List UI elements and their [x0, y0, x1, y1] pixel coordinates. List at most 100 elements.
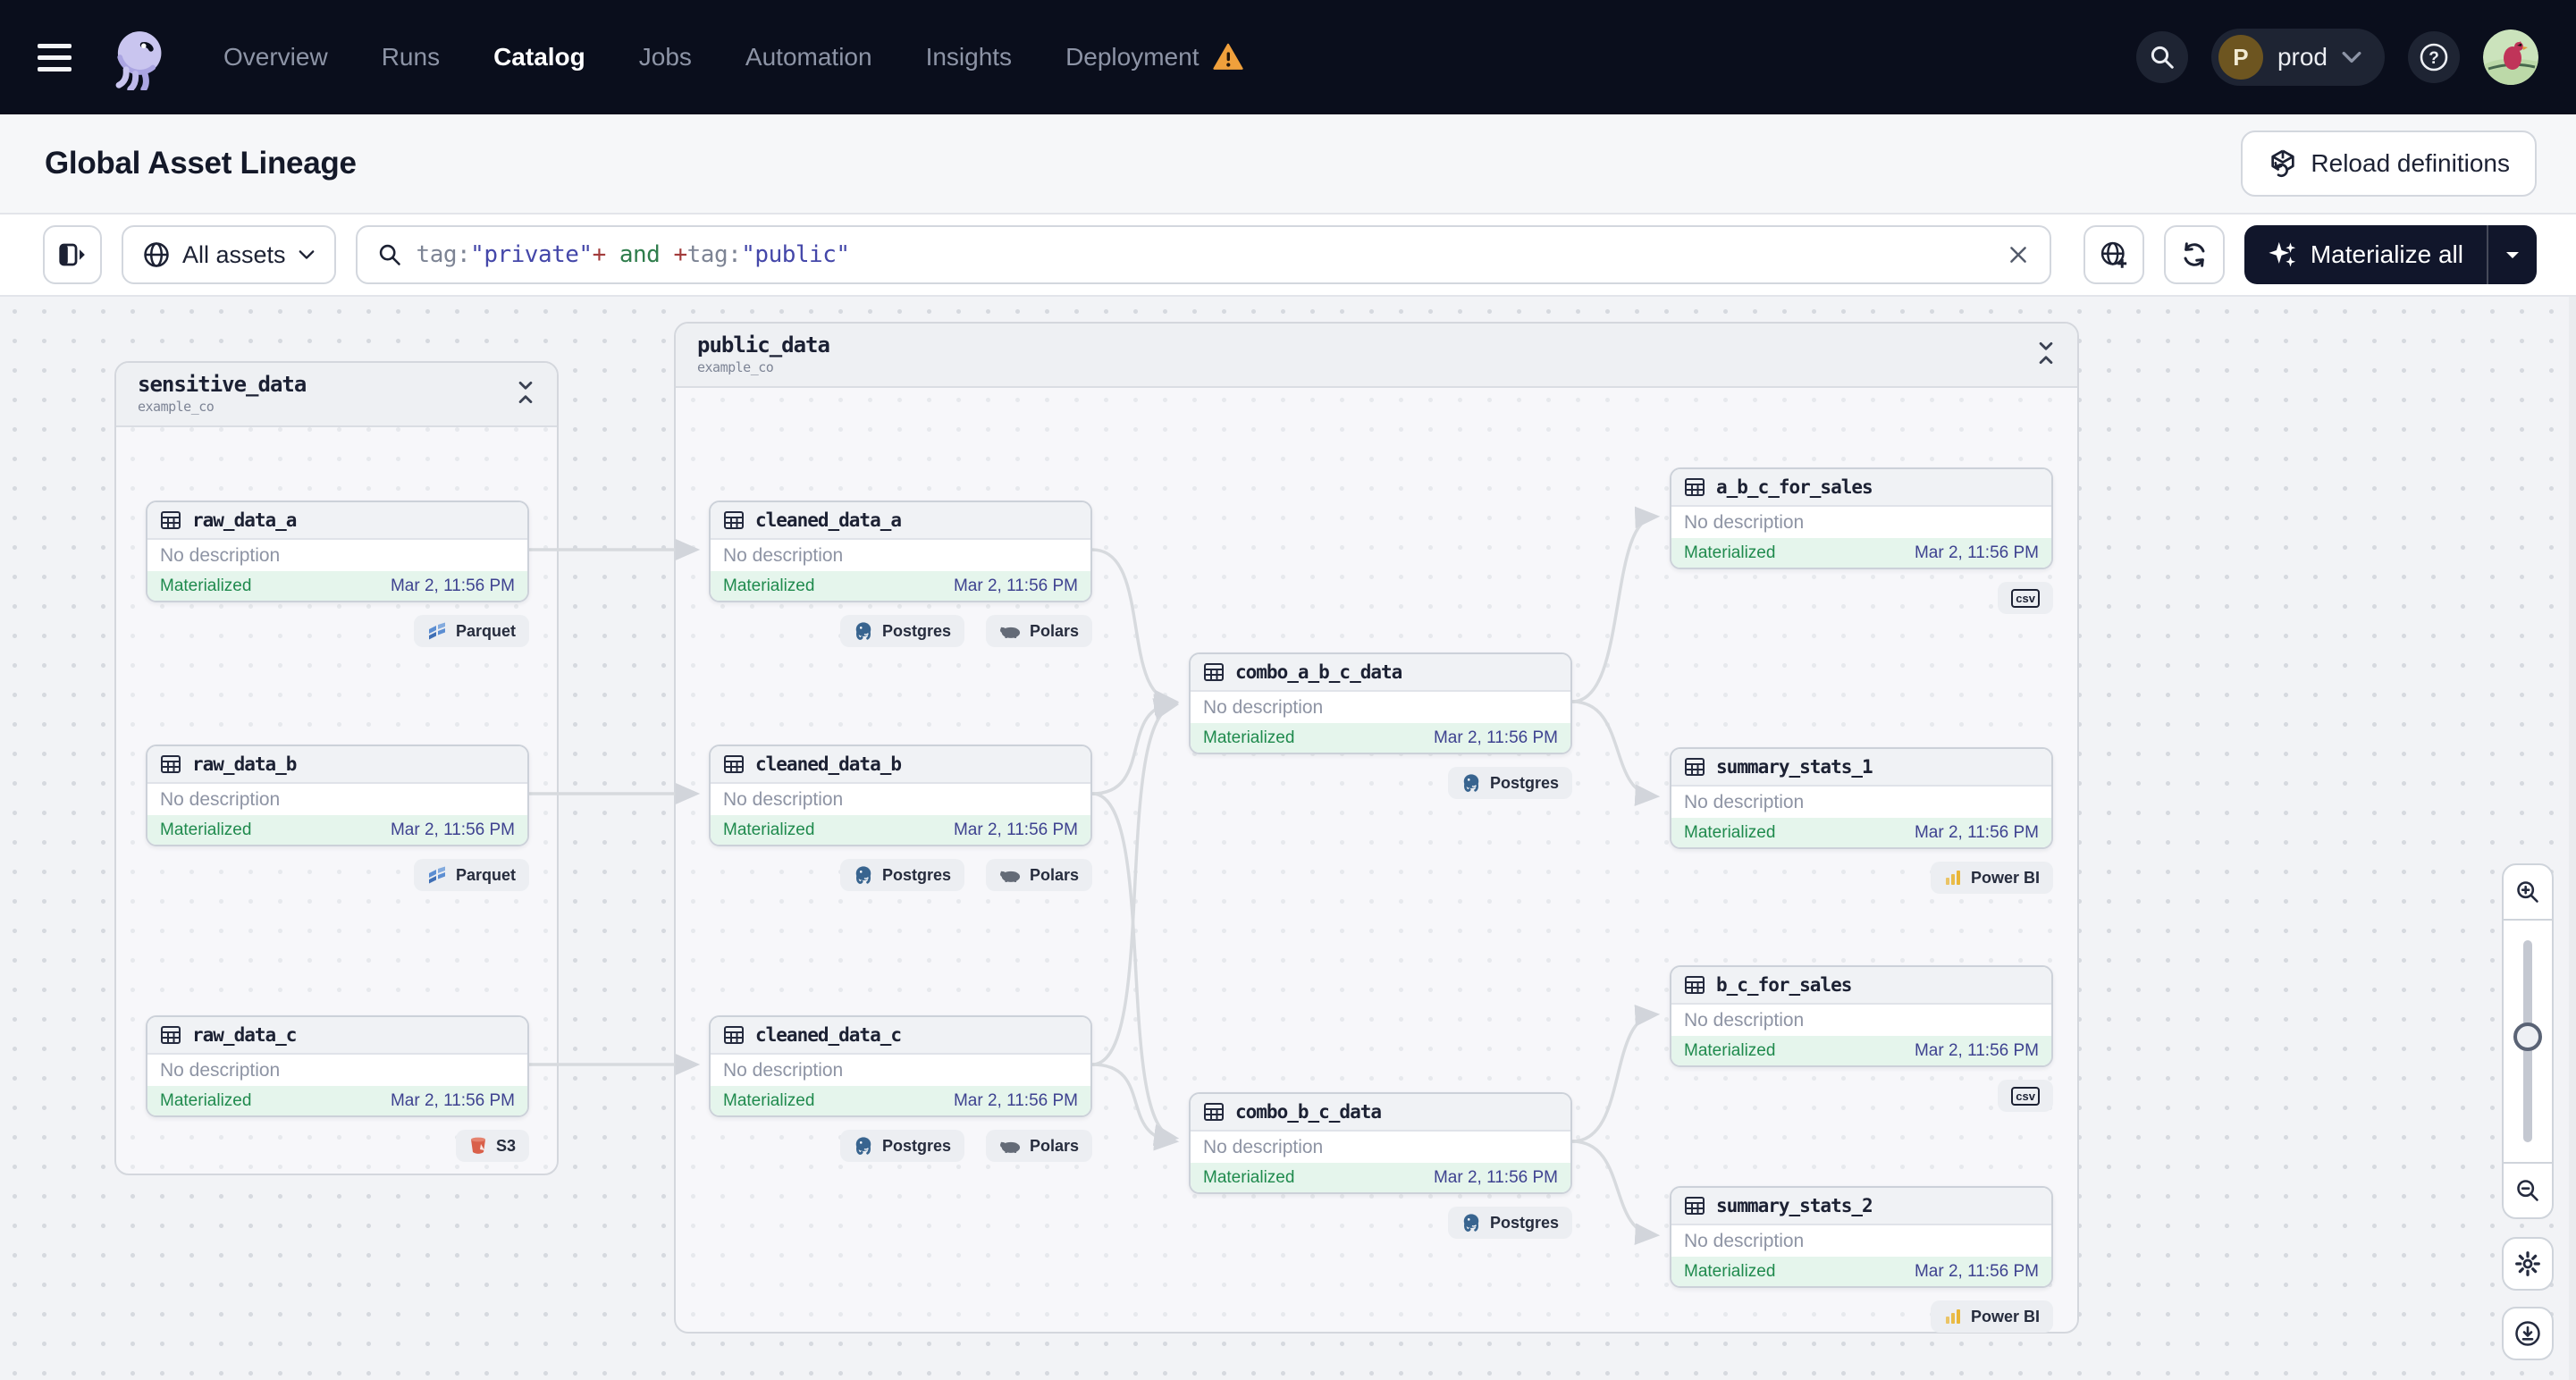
asset-status-row: Materialized Mar 2, 11:56 PM — [1671, 1036, 2051, 1065]
kind-badge-parquet[interactable]: Parquet — [413, 615, 529, 647]
asset-status-row: Materialized Mar 2, 11:56 PM — [1671, 1257, 2051, 1286]
materialized-timestamp: Mar 2, 11:56 PM — [390, 576, 515, 595]
postgres-icon — [1463, 774, 1479, 792]
gear-icon — [2515, 1251, 2540, 1276]
global-search-button[interactable] — [2135, 31, 2188, 83]
kind-badge-postgres[interactable]: Postgres — [1447, 767, 1572, 799]
materialized-timestamp: Mar 2, 11:56 PM — [1433, 1167, 1558, 1187]
collapse-group-icon[interactable] — [516, 381, 535, 404]
nav-right: P prod ? — [2135, 29, 2538, 86]
asset-node-summary-stats-2[interactable]: summary_stats_2 No description Materiali… — [1670, 1186, 2053, 1288]
kind-badge-postgres[interactable]: Postgres — [839, 1130, 964, 1162]
materialized-timestamp: Mar 2, 11:56 PM — [390, 1090, 515, 1110]
clear-filter-button[interactable] — [2007, 243, 2030, 266]
table-icon — [724, 511, 744, 529]
asset-node-raw-data-a[interactable]: raw_data_a No description Materialized M… — [146, 501, 529, 602]
asset-description: No description — [160, 788, 281, 810]
asset-badges: Power BI — [1670, 1300, 2053, 1333]
asset-node-cleaned-data-c[interactable]: cleaned_data_c No description Materializ… — [709, 1015, 1092, 1117]
reload-definitions-icon — [2271, 149, 2295, 178]
table-icon — [724, 1026, 744, 1044]
asset-badges: Postgres Polars — [709, 859, 1092, 891]
kind-badge-label: Postgres — [1489, 773, 1559, 792]
postgres-icon — [855, 622, 871, 640]
help-button[interactable]: ? — [2408, 31, 2460, 83]
materialize-all-button[interactable]: Materialize all — [2244, 225, 2487, 284]
kind-badge-parquet[interactable]: Parquet — [413, 859, 529, 891]
download-image-button[interactable] — [2502, 1307, 2554, 1360]
asset-name: raw_data_a — [192, 509, 297, 531]
asset-node-header: combo_b_c_data — [1191, 1094, 1570, 1132]
kind-badge-powerbi[interactable]: Power BI — [1930, 1300, 2053, 1333]
nav-item-overview[interactable]: Overview — [223, 43, 328, 72]
polars-icon — [999, 871, 1021, 882]
asset-node-cleaned-data-a[interactable]: cleaned_data_a No description Materializ… — [709, 501, 1092, 602]
kind-badge-csv[interactable]: csv — [1998, 1080, 2053, 1112]
refresh-graph-button[interactable] — [2163, 225, 2225, 284]
asset-description: No description — [1684, 791, 1805, 812]
asset-filter-input[interactable]: tag:"private"+ and +tag:"public" — [355, 225, 2051, 284]
asset-node-cleaned-data-b[interactable]: cleaned_data_b No description Materializ… — [709, 745, 1092, 846]
asset-badges: Power BI — [1670, 862, 2053, 894]
materialize-options-button[interactable] — [2487, 225, 2537, 284]
materialize-all-label: Materialize all — [2310, 240, 2463, 268]
materialized-timestamp: Mar 2, 11:56 PM — [1914, 1261, 2039, 1281]
kind-badge-csv[interactable]: csv — [1998, 582, 2053, 614]
materialized-status: Materialized — [160, 820, 252, 839]
toggle-sidebar-button[interactable] — [43, 225, 102, 284]
asset-name: cleaned_data_a — [755, 509, 902, 531]
nav-item-deployment[interactable]: Deployment — [1065, 43, 1244, 72]
collapse-group-icon[interactable] — [2036, 341, 2056, 365]
asset-name: summary_stats_2 — [1716, 1195, 1873, 1216]
asset-node-combo-b-c-data[interactable]: combo_b_c_data No description Materializ… — [1189, 1092, 1572, 1194]
user-avatar[interactable] — [2483, 29, 2538, 85]
materialized-status: Materialized — [160, 1090, 252, 1110]
environment-switcher[interactable]: P prod — [2210, 29, 2385, 86]
asset-node-raw-data-c[interactable]: raw_data_c No description Materialized M… — [146, 1015, 529, 1117]
canvas-controls-rail — [2502, 863, 2554, 1380]
asset-node-a-b-c-for-sales[interactable]: a_b_c_for_sales No description Materiali… — [1670, 467, 2053, 569]
asset-node-b-c-for-sales[interactable]: b_c_for_sales No description Materialize… — [1670, 965, 2053, 1067]
nav-item-insights[interactable]: Insights — [926, 43, 1013, 72]
new-scope-button[interactable] — [2083, 225, 2144, 284]
materialized-timestamp: Mar 2, 11:56 PM — [1914, 543, 2039, 562]
asset-node-header: summary_stats_2 — [1671, 1188, 2051, 1225]
materialized-timestamp: Mar 2, 11:56 PM — [953, 820, 1078, 839]
asset-name: combo_a_b_c_data — [1235, 661, 1402, 683]
lineage-canvas[interactable]: sensitive_data example_co public_data ex… — [0, 297, 2576, 1380]
kind-badge-polars[interactable]: Polars — [985, 1130, 1092, 1162]
nav-item-runs[interactable]: Runs — [382, 43, 440, 72]
kind-badge-postgres[interactable]: Postgres — [839, 859, 964, 891]
hamburger-menu-icon[interactable] — [38, 43, 72, 72]
kind-badge-postgres[interactable]: Postgres — [1447, 1207, 1572, 1239]
asset-node-summary-stats-1[interactable]: summary_stats_1 No description Materiali… — [1670, 747, 2053, 849]
asset-description: No description — [723, 1059, 844, 1081]
dagster-logo-icon[interactable] — [105, 24, 172, 90]
asset-scope-selector[interactable]: All assets — [122, 225, 336, 284]
kind-badge-polars[interactable]: Polars — [985, 615, 1092, 647]
environment-name: prod — [2277, 43, 2328, 71]
download-icon — [2515, 1321, 2540, 1346]
graph-settings-button[interactable] — [2502, 1237, 2554, 1291]
zoom-out-button[interactable] — [2504, 1162, 2552, 1217]
reload-definitions-button[interactable]: Reload definitions — [2241, 130, 2537, 197]
nav-item-automation[interactable]: Automation — [745, 43, 872, 72]
zoom-in-button[interactable] — [2504, 865, 2552, 921]
nav-item-catalog[interactable]: Catalog — [493, 43, 585, 72]
csv-icon: csv — [2011, 1086, 2040, 1106]
table-icon — [1685, 758, 1705, 776]
kind-badge-s3[interactable]: S3 — [455, 1130, 529, 1162]
nav-item-deployment-label: Deployment — [1065, 43, 1200, 71]
zoom-slider[interactable] — [2504, 921, 2552, 1162]
asset-node-raw-data-b[interactable]: raw_data_b No description Materialized M… — [146, 745, 529, 846]
asset-name: a_b_c_for_sales — [1716, 476, 1873, 498]
asset-status-row: Materialized Mar 2, 11:56 PM — [711, 1086, 1090, 1115]
kind-badge-postgres[interactable]: Postgres — [839, 615, 964, 647]
zoom-slider-handle[interactable] — [2513, 1022, 2542, 1051]
parquet-icon — [428, 866, 445, 884]
kind-badge-powerbi[interactable]: Power BI — [1930, 862, 2053, 894]
kind-badge-polars[interactable]: Polars — [985, 859, 1092, 891]
nav-item-jobs[interactable]: Jobs — [639, 43, 692, 72]
asset-scope-label: All assets — [182, 240, 286, 268]
asset-node-combo-a-b-c-data[interactable]: combo_a_b_c_data No description Material… — [1189, 652, 1572, 754]
